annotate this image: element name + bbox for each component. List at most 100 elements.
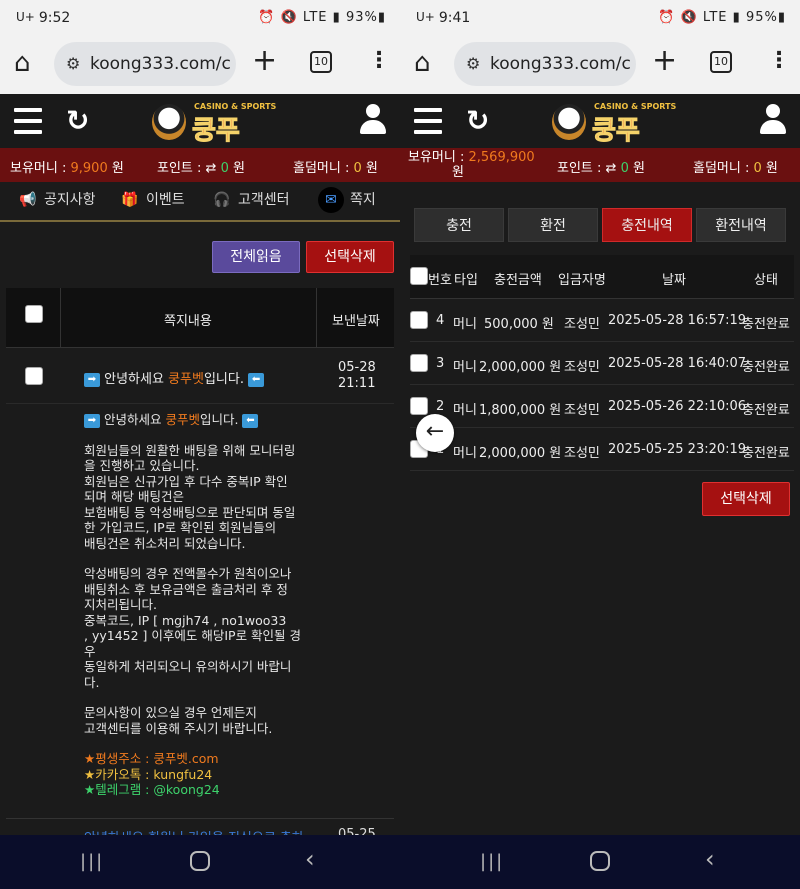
select-all-checkbox[interactable] bbox=[410, 267, 428, 285]
table-row[interactable]: 3 머니 2,000,000 원 조성민 2025-05-28 16:40:07… bbox=[410, 342, 794, 385]
mail-icon: ✉ bbox=[318, 187, 344, 213]
status-icons: ⏰ 🔇 LTE ▮ bbox=[258, 10, 341, 25]
user-icon[interactable] bbox=[360, 104, 386, 136]
back-icon[interactable]: ‹ bbox=[305, 845, 315, 873]
table-row[interactable]: 2 머니 1,800,000 원 조성민 2025-05-26 22:10:06… bbox=[410, 385, 794, 428]
tab-withdraw[interactable]: 환전 bbox=[508, 208, 598, 242]
battery: 93%▮ bbox=[345, 10, 386, 25]
header-content: 쪽지내용 bbox=[164, 314, 212, 329]
table-row[interactable]: 4 머니 500,000 원 조성민 2025-05-28 16:57:19 충… bbox=[410, 299, 794, 342]
balance-bar: 보유머니 : 2,569,900 원 포인트 : ⇄ 0 원 홀덤머니 : 0 원 bbox=[400, 148, 800, 182]
more-menu-icon[interactable]: ⋮ bbox=[768, 50, 790, 72]
back-icon[interactable]: ‹ bbox=[705, 845, 715, 873]
address-bar[interactable]: ⚙ koong333.com/cu bbox=[454, 42, 636, 86]
new-tab-icon[interactable]: + bbox=[652, 46, 677, 76]
row-checkbox[interactable] bbox=[410, 311, 428, 329]
site-logo[interactable]: CASINO & SPORTS 쿵푸 bbox=[550, 98, 676, 147]
home-button-icon[interactable] bbox=[190, 851, 210, 871]
delete-selected-button[interactable]: 선택삭제 bbox=[702, 482, 790, 516]
message-time: 21:11 bbox=[338, 376, 376, 391]
message-body: ➡ 안녕하세요 쿵푸벳입니다. ⬅ 회원님들의 원활한 배팅을 위해 모니터링 … bbox=[84, 412, 314, 798]
read-all-button[interactable]: 전체읽음 bbox=[212, 241, 300, 273]
message-table-header: 쪽지내용 보낸날짜 bbox=[6, 288, 394, 348]
new-tab-icon[interactable]: + bbox=[252, 46, 277, 76]
tab-deposit[interactable]: 충전 bbox=[414, 208, 504, 242]
tab-switcher-icon[interactable]: 10 bbox=[310, 51, 332, 73]
panda-mascot-icon bbox=[152, 104, 186, 140]
select-all-checkbox[interactable] bbox=[25, 305, 43, 323]
holdem-balance: 홀덤머니 : 0 원 bbox=[693, 161, 778, 176]
message-checkbox[interactable] bbox=[25, 367, 43, 385]
clock: 9:52 bbox=[38, 10, 71, 26]
browser-toolbar: ⌂ ⚙ koong333.com/cu + 10 ⋮ bbox=[0, 36, 400, 94]
deposit-history-table: 번호 타입 충전금액 입금자명 날짜 상태 4 머니 500,000 원 조성민… bbox=[410, 255, 794, 471]
android-nav-bar: ||| ‹ bbox=[400, 835, 800, 889]
header-amount: 충전금액 bbox=[494, 273, 542, 288]
nav-support[interactable]: 🎧 고객센터 bbox=[212, 186, 289, 216]
more-menu-icon[interactable]: ⋮ bbox=[368, 50, 390, 72]
status-icons: ⏰ 🔇 LTE ▮ bbox=[658, 10, 741, 25]
address-line: ★평생주소 : 쿵푸벳.com bbox=[84, 751, 219, 766]
url-text: koong333.com/cu bbox=[490, 54, 630, 74]
arrow-right-icon: ➡ bbox=[84, 413, 100, 428]
address-bar[interactable]: ⚙ koong333.com/cu bbox=[54, 42, 236, 86]
headset-icon: 🎧 bbox=[213, 192, 231, 208]
row-checkbox[interactable] bbox=[410, 397, 428, 415]
exchange-icon: ⇄ bbox=[205, 161, 217, 176]
delete-selected-button[interactable]: 선택삭제 bbox=[306, 241, 394, 273]
kakao-line: ★카카오톡 : kungfu24 bbox=[84, 766, 213, 782]
clock: 9:41 bbox=[438, 10, 471, 26]
site-settings-icon[interactable]: ⚙ bbox=[466, 54, 480, 73]
telegram-line: ★텔레그램 : @koong24 bbox=[84, 782, 220, 797]
url-text: koong333.com/cu bbox=[90, 54, 230, 74]
left-phone: U+ 9:52 ⏰ 🔇 LTE ▮ 93%▮ ⌂ ⚙ koong333.com/c… bbox=[0, 0, 400, 889]
tab-switcher-icon[interactable]: 10 bbox=[710, 51, 732, 73]
home-button-icon[interactable] bbox=[590, 851, 610, 871]
gift-icon: 🎁 bbox=[121, 192, 139, 208]
header-date: 날짜 bbox=[662, 273, 686, 288]
back-arrow-icon[interactable]: ← bbox=[416, 414, 454, 452]
arrow-left-icon: ⬅ bbox=[242, 413, 259, 428]
status-bar: U+ 9:52 ⏰ 🔇 LTE ▮ 93%▮ bbox=[0, 0, 400, 36]
money-balance: 보유머니 : 2,569,900 원 bbox=[408, 150, 535, 180]
logo-title: 쿵푸 bbox=[192, 116, 241, 147]
point-balance: 포인트 : ⇄ 0 원 bbox=[157, 161, 245, 176]
nav-messages[interactable]: ✉ 쪽지 bbox=[318, 186, 376, 216]
screenshot-stage: U+ 9:52 ⏰ 🔇 LTE ▮ 93%▮ ⌂ ⚙ koong333.com/c… bbox=[0, 0, 800, 889]
carrier: U+ bbox=[416, 10, 435, 24]
message-date: 05-28 bbox=[338, 360, 376, 375]
site-logo[interactable]: CASINO & SPORTS 쿵푸 bbox=[150, 98, 276, 147]
money-balance: 보유머니 : 9,900 원 bbox=[10, 161, 124, 176]
exchange-icon: ⇄ bbox=[605, 161, 617, 176]
refresh-icon[interactable]: ↻ bbox=[466, 104, 489, 137]
site-settings-icon[interactable]: ⚙ bbox=[66, 54, 80, 73]
refresh-icon[interactable]: ↻ bbox=[66, 104, 89, 137]
recents-icon[interactable]: ||| bbox=[480, 851, 504, 872]
site-header: ↻ CASINO & SPORTS 쿵푸 bbox=[400, 94, 800, 148]
header-type: 타입 bbox=[454, 273, 478, 288]
panda-mascot-icon bbox=[552, 104, 586, 140]
holdem-balance: 홀덤머니 : 0 원 bbox=[293, 161, 378, 176]
arrow-right-icon: ➡ bbox=[84, 372, 100, 387]
nav-notice[interactable]: 📢 공지사항 bbox=[18, 186, 95, 216]
hamburger-menu-icon[interactable] bbox=[414, 108, 442, 141]
home-icon[interactable]: ⌂ bbox=[414, 50, 442, 78]
logo-title: 쿵푸 bbox=[592, 116, 641, 147]
megaphone-icon: 📢 bbox=[19, 192, 37, 208]
nav-event[interactable]: 🎁 이벤트 bbox=[120, 186, 184, 216]
user-icon[interactable] bbox=[760, 104, 786, 136]
row-checkbox[interactable] bbox=[410, 354, 428, 372]
tab-withdraw-history[interactable]: 환전내역 bbox=[696, 208, 786, 242]
right-phone: U+ 9:41 ⏰ 🔇 LTE ▮ 95%▮ ⌂ ⚙ koong333.com/c… bbox=[400, 0, 800, 889]
recents-icon[interactable]: ||| bbox=[80, 851, 104, 872]
site-header: ↻ CASINO & SPORTS 쿵푸 bbox=[0, 94, 400, 148]
message-title[interactable]: ➡ 안녕하세요 쿵푸벳입니다. ⬅ bbox=[84, 368, 265, 387]
android-nav-bar: ||| ‹ bbox=[0, 835, 400, 889]
home-icon[interactable]: ⌂ bbox=[14, 50, 42, 78]
table-header: 번호 타입 충전금액 입금자명 날짜 상태 bbox=[410, 255, 794, 299]
hamburger-menu-icon[interactable] bbox=[14, 108, 42, 141]
message-row[interactable]: ➡ 안녕하세요 쿵푸벳입니다. ⬅ 05-28 21:11 bbox=[6, 348, 394, 404]
body-title: ➡ 안녕하세요 쿵푸벳입니다. ⬅ bbox=[84, 412, 314, 428]
table-row[interactable]: 1 머니 2,000,000 원 조성민 2025-05-25 23:20:19… bbox=[410, 428, 794, 471]
tab-deposit-history[interactable]: 충전내역 bbox=[602, 208, 692, 242]
